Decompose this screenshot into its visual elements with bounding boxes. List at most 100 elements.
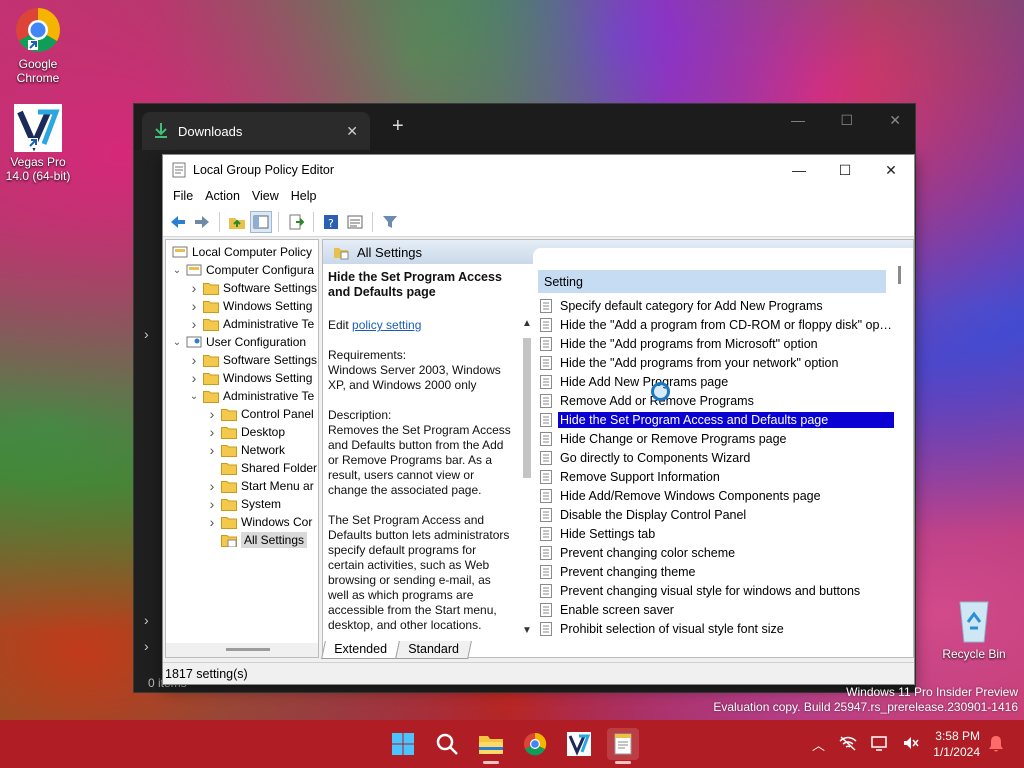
menu-help[interactable]: Help: [285, 189, 323, 203]
show-hide-tree-icon[interactable]: [250, 210, 272, 233]
tree-item[interactable]: › Windows Cor: [205, 513, 313, 531]
chevron-right-icon[interactable]: ›: [205, 406, 219, 422]
close-icon[interactable]: ✕: [346, 123, 358, 140]
tree-item[interactable]: › Control Panel: [205, 405, 314, 423]
chevron-right-icon[interactable]: ›: [144, 638, 149, 654]
forward-arrow-icon[interactable]: [191, 211, 213, 233]
chevron-right-icon[interactable]: ›: [205, 478, 219, 494]
setting-row[interactable]: Prevent changing color scheme: [538, 543, 894, 562]
chevron-right-icon[interactable]: ›: [205, 496, 219, 512]
tree-item[interactable]: › Windows Setting: [187, 297, 313, 315]
tree-item[interactable]: › Start Menu ar: [205, 477, 314, 495]
scroll-down-icon[interactable]: ▼: [522, 625, 532, 636]
setting-row[interactable]: Hide the "Add programs from your network…: [538, 353, 894, 372]
tree-item[interactable]: ⌄ Computer Configura: [170, 261, 314, 279]
tree-item[interactable]: › Desktop: [205, 423, 285, 441]
chevron-right-icon[interactable]: ›: [144, 326, 149, 342]
tree-item[interactable]: › Network: [205, 441, 285, 459]
setting-row[interactable]: Hide Change or Remove Programs page: [538, 429, 894, 448]
tree-item-label: Windows Cor: [241, 515, 313, 529]
setting-row[interactable]: Hide Add New Programs page: [538, 372, 894, 391]
setting-row[interactable]: Hide the "Add a program from CD-ROM or f…: [538, 315, 894, 334]
properties-icon[interactable]: [344, 211, 366, 233]
up-folder-icon[interactable]: [226, 211, 248, 233]
tree-item-label: User Configuration: [206, 335, 307, 349]
close-button[interactable]: ✕: [868, 155, 914, 185]
chevron-right-icon[interactable]: ›: [144, 612, 149, 628]
description-scrollbar[interactable]: ▲ ▼: [520, 318, 534, 636]
tree-item[interactable]: All Settings: [205, 531, 308, 549]
menu-file[interactable]: File: [167, 189, 199, 203]
taskbar-vegas-pro[interactable]: [563, 728, 595, 760]
edit-policy-link[interactable]: policy setting: [352, 318, 421, 332]
chevron-right-icon[interactable]: ›: [187, 370, 201, 386]
chevron-right-icon[interactable]: ›: [205, 424, 219, 440]
tree-item[interactable]: › Windows Setting: [187, 369, 313, 387]
volume-muted-icon[interactable]: [903, 735, 919, 754]
setting-row[interactable]: Remove Support Information: [538, 467, 894, 486]
taskbar-chrome[interactable]: [519, 728, 551, 760]
tree-item[interactable]: › Software Settings: [187, 351, 317, 369]
chevron-right-icon[interactable]: ›: [187, 280, 201, 296]
tree-item[interactable]: › Administrative Te: [187, 315, 315, 333]
setting-row[interactable]: Prohibit selection of visual style font …: [538, 619, 894, 638]
chevron-right-icon[interactable]: ›: [205, 514, 219, 530]
tree-item[interactable]: › System: [205, 495, 281, 513]
setting-row[interactable]: Prevent changing theme: [538, 562, 894, 581]
setting-row[interactable]: Hide Add/Remove Windows Components page: [538, 486, 894, 505]
chevron-down-icon[interactable]: ⌄: [170, 337, 184, 348]
chevron-down-icon[interactable]: ⌄: [170, 265, 184, 276]
setting-row[interactable]: Prevent changing visual style for window…: [538, 581, 894, 600]
taskbar-group-policy-editor[interactable]: [607, 728, 639, 764]
filter-icon[interactable]: [379, 211, 401, 233]
tree-item[interactable]: Shared Folder: [205, 459, 317, 477]
tree-item[interactable]: › Software Settings: [187, 279, 317, 297]
menu-action[interactable]: Action: [199, 189, 246, 203]
export-list-icon[interactable]: [285, 211, 307, 233]
network-offline-icon[interactable]: [839, 735, 857, 754]
help-icon[interactable]: ?: [320, 211, 342, 233]
close-icon[interactable]: ✕: [889, 112, 901, 129]
desktop-icon-vegas[interactable]: Vegas Pro 14.0 (64-bit): [0, 104, 76, 183]
tab-extended[interactable]: Extended: [321, 641, 400, 659]
menu-view[interactable]: View: [246, 189, 285, 203]
tab-standard[interactable]: Standard: [394, 641, 472, 659]
tree-item[interactable]: ⌄ User Configuration: [170, 333, 306, 351]
setting-row[interactable]: Hide the "Add programs from Microsoft" o…: [538, 334, 894, 353]
setting-row[interactable]: Disable the Display Control Panel: [538, 505, 894, 524]
maximize-icon[interactable]: ☐: [840, 112, 853, 129]
tree-horizontal-scrollbar[interactable]: [166, 643, 318, 657]
desktop-icon-recycle-bin[interactable]: Recycle Bin: [936, 596, 1012, 661]
scroll-up-icon[interactable]: ▲: [522, 318, 532, 329]
setting-row[interactable]: Enable screen saver: [538, 600, 894, 619]
chevron-right-icon[interactable]: ›: [205, 442, 219, 458]
search-button[interactable]: [431, 728, 463, 760]
setting-row[interactable]: Hide Settings tab: [538, 524, 894, 543]
minimize-button[interactable]: —: [776, 155, 822, 185]
chevron-right-icon[interactable]: ›: [187, 352, 201, 368]
display-icon[interactable]: [871, 735, 889, 754]
explorer-tab-downloads[interactable]: Downloads ✕: [142, 112, 370, 150]
chevron-right-icon[interactable]: ›: [187, 298, 201, 314]
setting-row[interactable]: Hide the Set Program Access and Defaults…: [538, 410, 894, 429]
taskbar-file-explorer[interactable]: [475, 728, 507, 764]
tree-item[interactable]: Local Computer Policy: [170, 243, 312, 261]
setting-row[interactable]: Go directly to Components Wizard: [538, 448, 894, 467]
minimize-icon[interactable]: —: [791, 112, 805, 128]
back-arrow-icon[interactable]: [167, 211, 189, 233]
chevron-up-icon[interactable]: ︿: [812, 735, 825, 754]
column-header-setting[interactable]: Setting: [538, 270, 886, 293]
tree-item[interactable]: ⌄ Administrative Te: [187, 387, 314, 405]
list-scrollbar[interactable]: [895, 266, 905, 646]
start-button[interactable]: [387, 728, 419, 760]
clock[interactable]: 3:58 PM 1/1/2024: [933, 728, 980, 760]
setting-row[interactable]: Specify default category for Add New Pro…: [538, 296, 894, 315]
tree-item-label: Administrative Te: [223, 389, 315, 403]
desktop-icon-chrome[interactable]: Google Chrome: [0, 6, 76, 85]
notification-bell-icon[interactable]: [988, 720, 1004, 768]
chevron-down-icon[interactable]: ⌄: [187, 391, 201, 402]
new-tab-icon[interactable]: +: [392, 115, 404, 138]
setting-row[interactable]: Remove Add or Remove Programs: [538, 391, 894, 410]
chevron-right-icon[interactable]: ›: [187, 316, 201, 332]
maximize-button[interactable]: ☐: [822, 155, 868, 185]
